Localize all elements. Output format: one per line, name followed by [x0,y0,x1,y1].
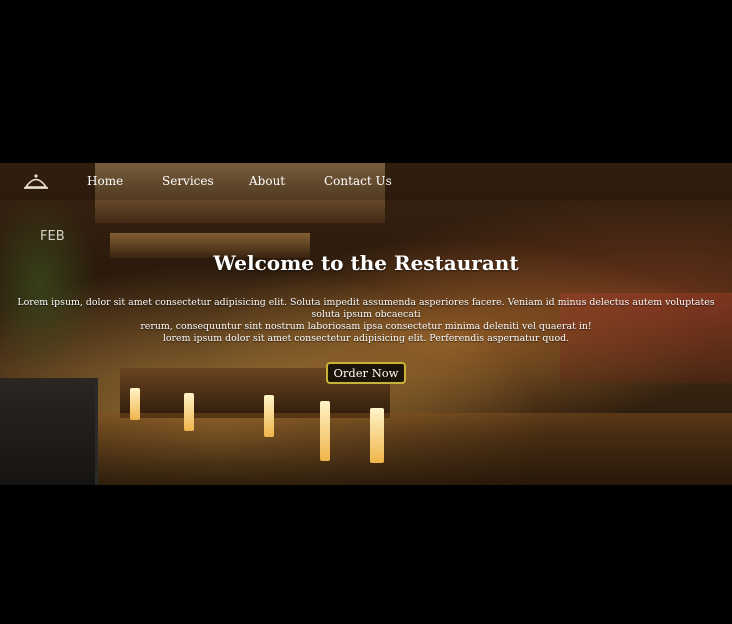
nav-services[interactable]: Services [162,174,214,188]
hero-title: Welcome to the Restaurant [213,251,519,275]
nav-contact-us[interactable]: Contact Us [324,174,392,188]
counter-light [184,393,194,431]
hero-description-line: lorem ipsum dolor sit amet consectetur a… [162,333,570,344]
counter-light [264,395,274,437]
chalkboard [0,378,98,485]
counter-light [130,388,140,420]
plant-decoration [0,193,100,373]
counter-light [370,408,384,463]
nav-home[interactable]: Home [87,174,123,188]
hero-description-line: Lorem ipsum, dolor sit amet consectetur … [17,297,715,320]
restaurant-cloche-icon[interactable] [22,170,50,192]
chalkboard-text: FEB [40,229,65,244]
order-now-button[interactable]: Order Now [326,362,406,384]
hero-description-line: rerum, consequuntur sint nostrum laborio… [140,321,592,332]
counter-light [320,401,330,461]
floor [0,413,732,485]
nav-about[interactable]: About [249,174,285,188]
hero-description: Lorem ipsum, dolor sit amet consectetur … [10,297,722,345]
